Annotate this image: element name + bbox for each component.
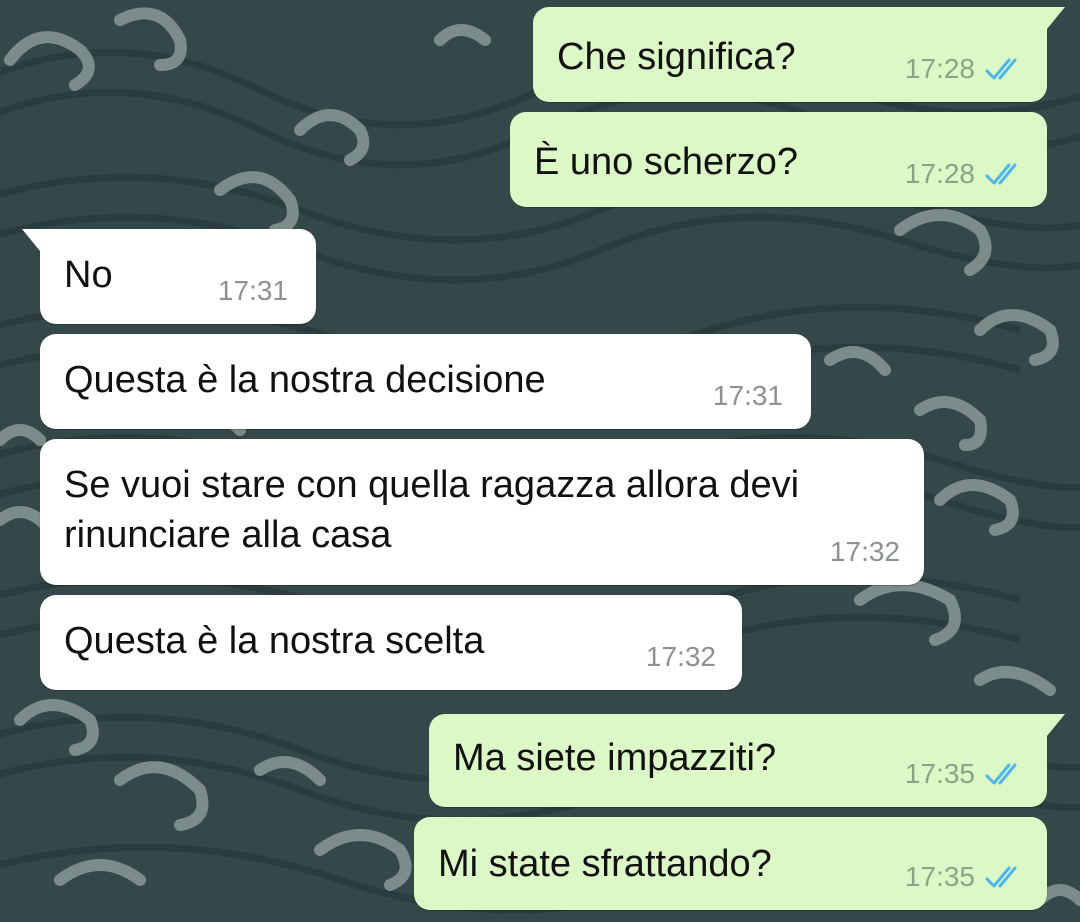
- message-time: 17:28: [904, 158, 975, 189]
- message-text: Questa è la nostra decisione: [64, 359, 546, 401]
- message-time: 17:35: [904, 861, 975, 892]
- message-time: 17:28: [904, 53, 975, 84]
- message-meta: 17:31: [713, 381, 783, 411]
- read-ticks-icon: [985, 763, 1017, 785]
- message-meta: 17:28: [905, 54, 1025, 84]
- message-time: 17:31: [712, 380, 783, 411]
- message-text: È uno scherzo?: [534, 141, 799, 183]
- outgoing-message[interactable]: È uno scherzo? 17:28: [510, 112, 1047, 207]
- message-meta: 17:32: [830, 537, 900, 567]
- message-time: 17:35: [904, 758, 975, 789]
- outgoing-message[interactable]: Che significa? 17:28: [533, 7, 1065, 102]
- message-meta: 17:35: [905, 862, 1025, 892]
- read-ticks-icon: [985, 58, 1017, 80]
- bubble-tail: [22, 229, 40, 251]
- bubble-tail: [1047, 714, 1065, 736]
- incoming-message[interactable]: No 17:31: [22, 229, 316, 324]
- incoming-message[interactable]: Se vuoi stare con quella ragazza allora …: [40, 439, 924, 585]
- message-time: 17:32: [645, 641, 716, 672]
- message-time: 17:32: [829, 536, 900, 567]
- message-meta: 17:35: [905, 759, 1025, 789]
- bubble-tail: [1047, 7, 1065, 29]
- message-text: Mi state sfrattando?: [438, 843, 772, 885]
- read-ticks-icon: [985, 866, 1017, 888]
- message-meta: 17:31: [218, 276, 288, 306]
- message-time: 17:31: [217, 275, 288, 306]
- incoming-message[interactable]: Questa è la nostra decisione 17:31: [40, 334, 811, 429]
- outgoing-message[interactable]: Ma siete impazziti? 17:35: [429, 714, 1065, 807]
- message-meta: 17:32: [646, 642, 716, 672]
- message-text: Che significa?: [557, 36, 796, 78]
- message-meta: 17:28: [905, 159, 1025, 189]
- message-text: Ma siete impazziti?: [453, 737, 777, 779]
- incoming-message[interactable]: Questa è la nostra scelta 17:32: [40, 595, 742, 690]
- message-text: Questa è la nostra scelta: [64, 620, 485, 662]
- outgoing-message[interactable]: Mi state sfrattando? 17:35: [414, 817, 1047, 910]
- message-text: Se vuoi stare con quella ragazza allora …: [64, 464, 800, 556]
- message-text: No: [64, 254, 113, 296]
- read-ticks-icon: [985, 163, 1017, 185]
